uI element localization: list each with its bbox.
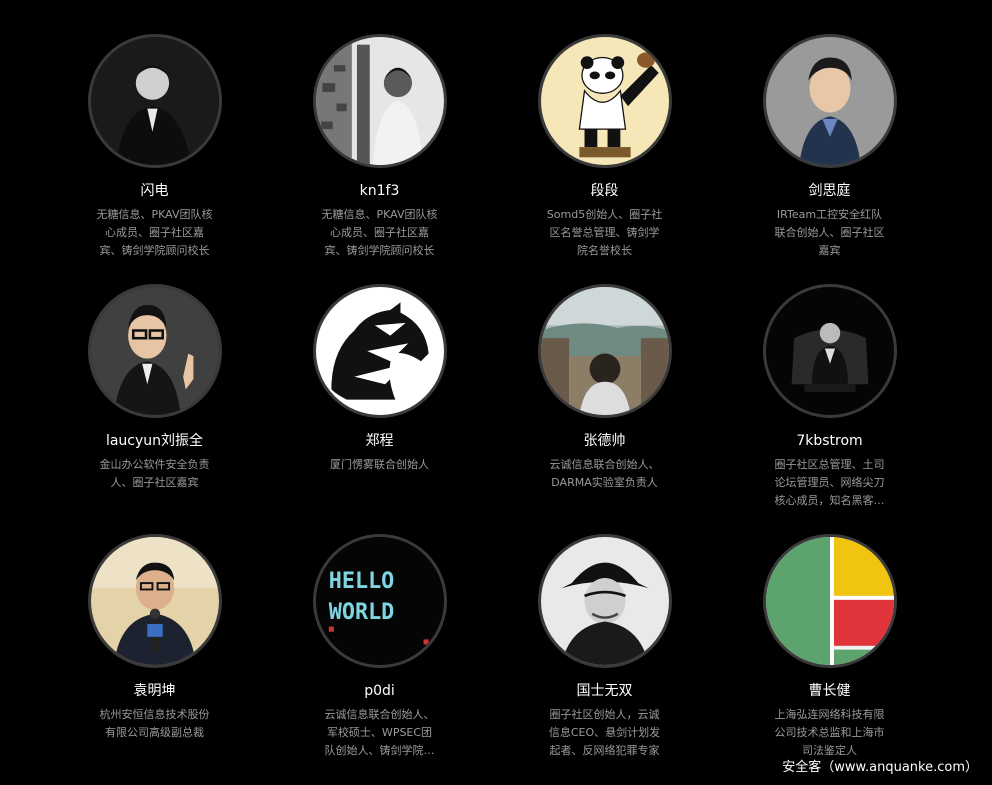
member-name: 闪电 [140, 183, 169, 199]
member-avatar[interactable] [537, 284, 672, 418]
member-avatar[interactable] [537, 34, 672, 168]
member-card[interactable]: laucyun刘振全金山办公软件安全负责人、圈子社区嘉宾 [42, 284, 267, 534]
member-name: 郑程 [365, 433, 394, 449]
member-card[interactable]: kn1f3 无糖信息、PKAV团队核心成员、圈子社区嘉宾、铸剑学院顾问校长 [267, 34, 492, 284]
member-name: p0di [364, 683, 395, 699]
member-avatar[interactable] [762, 34, 897, 168]
member-description: 圈子社区创始人，云诚信息CEO、悬剑计划发起者、反网络犯罪专家 [548, 708, 661, 757]
member-name: laucyun刘振全 [105, 433, 204, 449]
member-avatar[interactable] [87, 34, 222, 168]
member-name: 曹长健 [808, 683, 851, 699]
member-description: 杭州安恒信息技术股份有限公司高级副总裁 [99, 708, 210, 739]
svg-text:HELLO: HELLO [328, 569, 393, 594]
member-avatar[interactable] [87, 284, 222, 418]
member-description: 无糖信息、PKAV团队核心成员、圈子社区嘉宾、铸剑学院顾问校长 [96, 208, 213, 257]
member-card[interactable]: 闪电无糖信息、PKAV团队核心成员、圈子社区嘉宾、铸剑学院顾问校长 [42, 34, 267, 284]
member-card[interactable]: 段段 Somd5创始人、圈子社区名誉总管理、铸剑学院名誉校长 [492, 34, 717, 284]
member-avatar[interactable] [87, 534, 222, 668]
member-card[interactable]: 剑思庭 IRTeam工控安全红队联合创始人、圈子社区嘉宾 [717, 34, 942, 284]
member-card[interactable]: 国士无双圈子社区创始人，云诚信息CEO、悬剑计划发起者、反网络犯罪专家 [492, 534, 717, 784]
member-card[interactable]: HELLO WORLD p0di 云诚信息联合创始人、军校硕士、WPSEC团队创始人、… [267, 534, 492, 784]
member-name: 国士无双 [576, 683, 633, 699]
member-description: 圈子社区总管理、土司论坛管理员、网络尖刀核心成员，知名黑客、铸剑... [774, 458, 885, 507]
member-card[interactable]: 7kbstrom 圈子社区总管理、土司论坛管理员、网络尖刀核心成员，知名黑客、铸剑… [717, 284, 942, 534]
member-avatar[interactable] [312, 284, 447, 418]
member-name: 7kbstrom [796, 433, 863, 449]
member-name: 张德帅 [583, 433, 626, 449]
member-name: 剑思庭 [808, 183, 851, 199]
member-card[interactable]: 曹长健上海弘连网络科技有限公司技术总监和上海市司法鉴定人 [717, 534, 942, 784]
svg-text:WORLD: WORLD [328, 600, 393, 625]
member-description: IRTeam工控安全红队联合创始人、圈子社区嘉宾 [774, 208, 885, 257]
member-description: 上海弘连网络科技有限公司技术总监和上海市司法鉴定人 [774, 708, 885, 757]
member-avatar[interactable]: HELLO WORLD [312, 534, 447, 668]
member-card[interactable]: 郑程厦门愣雾联合创始人 [267, 284, 492, 534]
member-name: 段段 [590, 183, 619, 199]
member-description: 无糖信息、PKAV团队核心成员、圈子社区嘉宾、铸剑学院顾问校长 [321, 208, 438, 257]
member-name: kn1f3 [359, 183, 400, 199]
member-name: 袁明坤 [133, 683, 176, 699]
member-avatar[interactable] [537, 534, 672, 668]
member-description: Somd5创始人、圈子社区名誉总管理、铸剑学院名誉校长 [546, 208, 663, 257]
member-description: 云诚信息联合创始人、军校硕士、WPSEC团队创始人、铸剑学院执行校长 [324, 708, 435, 757]
member-avatar[interactable] [312, 34, 447, 168]
member-card[interactable]: 张德帅云诚信息联合创始人、DARMA实验室负责人 [492, 284, 717, 534]
watermark: 安全客（www.anquanke.com） [782, 760, 978, 775]
member-description: 金山办公软件安全负责人、圈子社区嘉宾 [99, 458, 210, 489]
member-grid: 闪电无糖信息、PKAV团队核心成员、圈子社区嘉宾、铸剑学院顾问校长 kn1f3 无糖… [42, 34, 942, 784]
member-avatar[interactable] [762, 534, 897, 668]
member-description: 厦门愣雾联合创始人 [330, 458, 429, 471]
member-avatar[interactable] [762, 284, 897, 418]
member-description: 云诚信息联合创始人、DARMA实验室负责人 [549, 458, 660, 489]
member-card[interactable]: 袁明坤杭州安恒信息技术股份有限公司高级副总裁 [42, 534, 267, 784]
